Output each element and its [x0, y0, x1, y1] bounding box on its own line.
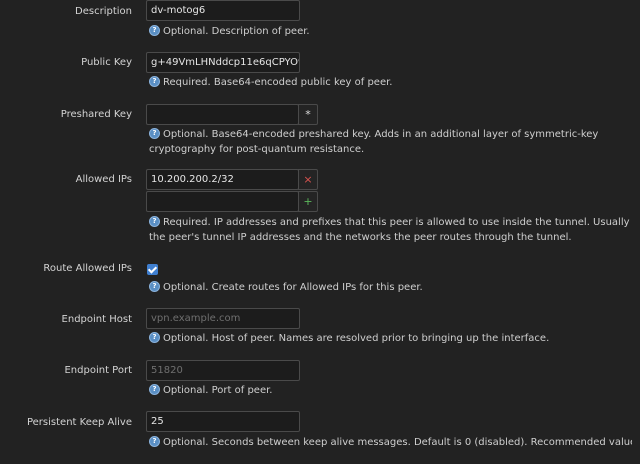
remove-ip-button[interactable]: ×	[298, 169, 318, 190]
preshared-key-input[interactable]	[146, 104, 299, 125]
question-circle-icon	[149, 384, 160, 395]
question-circle-icon	[149, 332, 160, 343]
preshared-key-help: Optional. Base64-encoded preshared key. …	[149, 127, 632, 157]
endpoint-port-help: Optional. Port of peer.	[149, 383, 632, 398]
question-circle-icon	[149, 216, 160, 227]
persistent-keepalive-label: Persistent Keep Alive	[26, 417, 132, 428]
persistent-keepalive-help: Optional. Seconds between keep alive mes…	[149, 435, 632, 450]
persistent-keepalive-input[interactable]: 25	[146, 411, 300, 432]
allowed-ips-entry[interactable]: 10.200.200.2/32	[146, 169, 299, 190]
add-ip-button[interactable]: +	[298, 191, 318, 212]
question-circle-icon	[149, 436, 160, 447]
route-allowed-ips-label: Route Allowed IPs	[43, 263, 132, 274]
description-help: Optional. Description of peer.	[149, 24, 632, 39]
close-icon: ×	[303, 173, 313, 186]
public-key-help: Required. Base64-encoded public key of p…	[149, 75, 632, 90]
endpoint-host-input[interactable]: vpn.example.com	[146, 308, 300, 329]
public-key-input[interactable]: g+49VmLHNddcp11e6qCPYOw	[146, 52, 300, 73]
allowed-ips-help: Required. IP addresses and prefixes that…	[149, 215, 632, 245]
question-circle-icon	[149, 76, 160, 87]
route-allowed-ips-checkbox[interactable]	[147, 264, 158, 275]
description-label: Description	[75, 6, 132, 17]
endpoint-port-input[interactable]: 51820	[146, 360, 300, 381]
public-key-label: Public Key	[81, 57, 132, 68]
generate-key-button[interactable]: *	[298, 104, 318, 125]
question-circle-icon	[149, 25, 160, 36]
question-circle-icon	[149, 281, 160, 292]
endpoint-host-help: Optional. Host of peer. Names are resolv…	[149, 331, 632, 346]
question-circle-icon	[149, 128, 160, 139]
preshared-key-label: Preshared Key	[60, 109, 132, 120]
plus-icon: +	[303, 195, 313, 208]
allowed-ips-label: Allowed IPs	[75, 174, 132, 185]
endpoint-port-label: Endpoint Port	[64, 365, 132, 376]
allowed-ips-new-input[interactable]	[146, 191, 299, 212]
asterisk-icon: *	[305, 108, 311, 121]
endpoint-host-label: Endpoint Host	[61, 314, 132, 325]
route-allowed-ips-help: Optional. Create routes for Allowed IPs …	[149, 280, 632, 295]
description-input[interactable]: dv-motog6	[146, 0, 300, 21]
